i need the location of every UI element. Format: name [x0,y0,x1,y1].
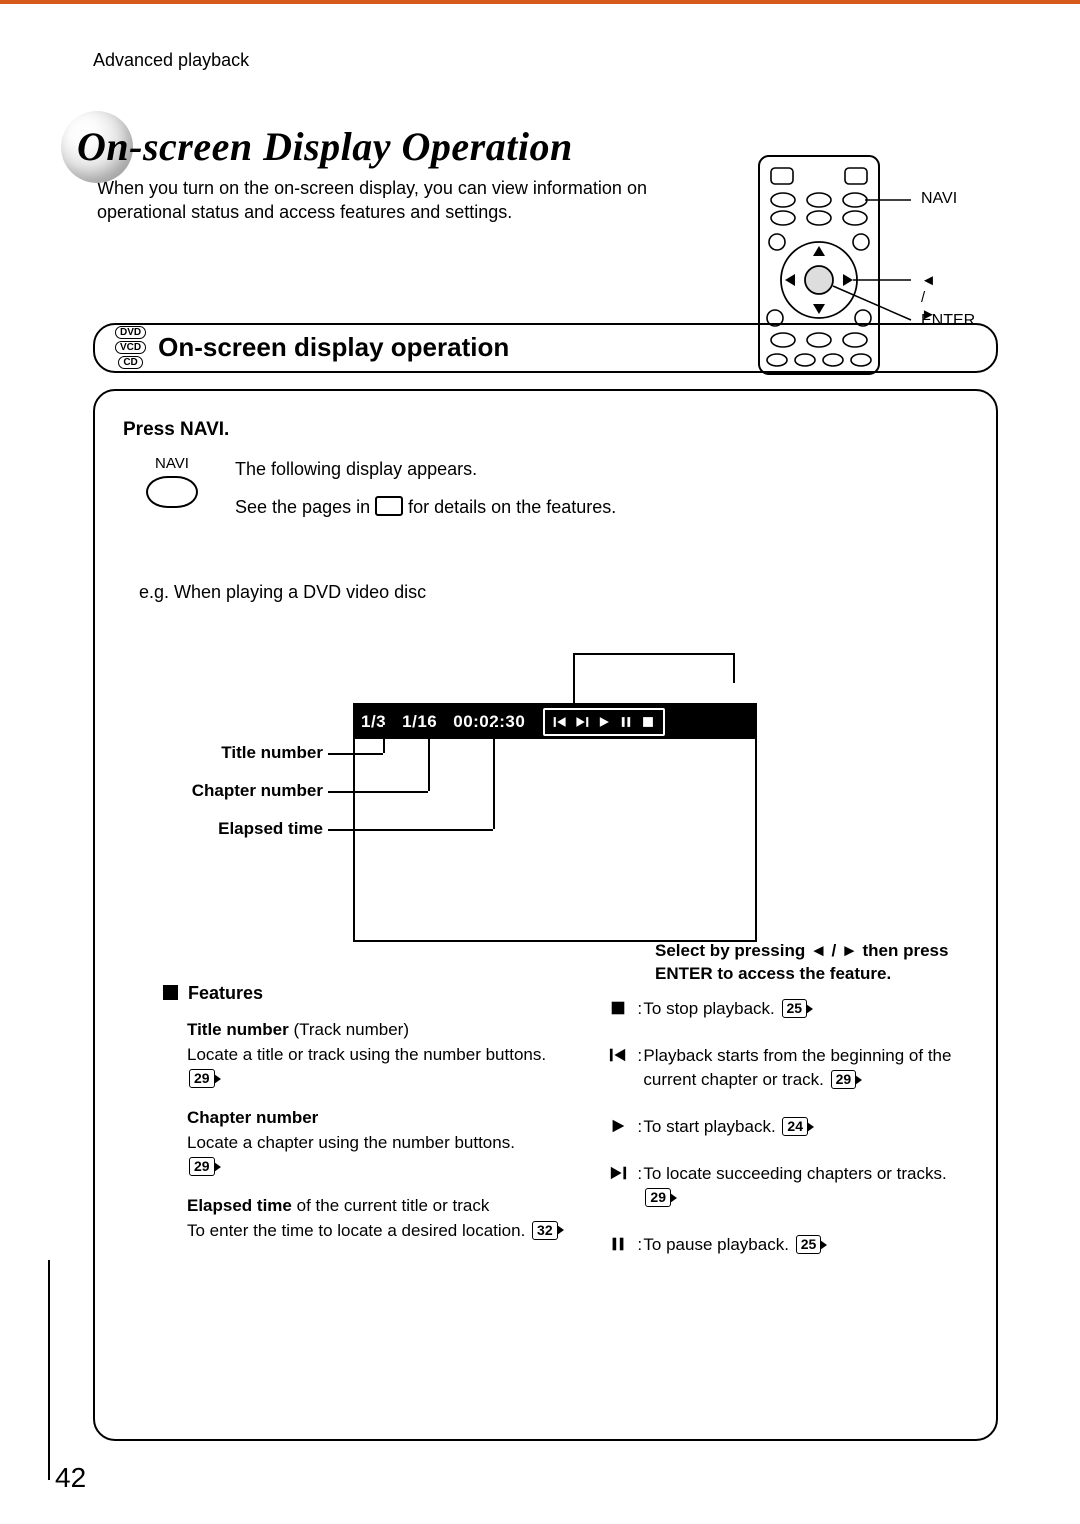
step-line-2: See the pages in for details on the feat… [235,493,616,522]
pill-vcd: VCD [115,341,146,354]
body-panel: Press NAVI. NAVI The following display a… [93,389,998,1441]
page-ref-32: 32 [532,1221,558,1240]
page-ref-29b: 29 [189,1157,215,1176]
feature-stop: : To stop playback. 25 [599,997,968,1022]
page-ref-icon [375,496,403,516]
skip-back-icon [599,1044,637,1064]
skip-forward-icon [599,1162,637,1182]
step-line-2b: for details on the features. [408,497,616,517]
osd-diagram: 1/3 1/16 00:02:30 Title number Chapter n… [233,653,913,953]
remote-label-navi: NAVI [921,190,957,208]
feature-elapsed-time-label: Elapsed time [187,1196,297,1215]
osd-elapsed-time: 00:02:30 [453,712,525,732]
intro-text: When you turn on the on-screen display, … [97,176,727,225]
feature-play: : To start playback. 24 [599,1115,968,1140]
section-title: On-screen display operation [158,332,509,363]
osd-prev-icon [553,715,567,729]
navi-button-label: NAVI [155,455,189,472]
feature-title-number: Title number (Track number) Locate a tit… [187,1018,569,1092]
feature-elapsed-time-tail: of the current title or track [297,1196,490,1215]
page-number: 42 [55,1462,86,1494]
step-line-1: The following display appears. [235,455,616,484]
feature-chapter-number-body: Locate a chapter using the number button… [187,1133,515,1152]
page-ref-29d: 29 [645,1188,671,1207]
square-bullet-icon [163,985,178,1000]
pill-dvd: DVD [115,326,146,339]
step-line-2a: See the pages in [235,497,375,517]
feature-pause: : To pause playback. 25 [599,1233,968,1258]
feature-chapter-number-label: Chapter number [187,1108,318,1127]
feature-pause-text: To pause playback. [643,1235,789,1254]
page-ref-29c: 29 [831,1070,857,1089]
top-accent-bar [0,0,1080,4]
features-section: Features Title number (Track number) Loc… [123,983,968,1279]
tv-screen-rect: 1/3 1/16 00:02:30 [353,703,757,942]
osd-stop-icon [641,715,655,729]
feature-play-text: To start playback. [643,1117,775,1136]
feature-chapter-number: Chapter number Locate a chapter using th… [187,1106,569,1180]
page-number-rule [48,1260,50,1480]
navi-button-graphic: NAVI [139,455,205,508]
osd-next-icon [575,715,589,729]
osd-chapter-number: 1/16 [402,712,437,732]
osd-play-icon [597,715,611,729]
callout-chapter-number: Chapter number [123,781,323,801]
stop-icon [599,997,637,1017]
pause-icon [599,1233,637,1253]
features-left-col: Features Title number (Track number) Loc… [163,983,569,1279]
navi-button-cap-icon [146,476,198,508]
feature-next: : To locate succeeding chapters or track… [599,1162,968,1211]
media-type-pills: DVD VCD CD [115,325,146,370]
callout-elapsed-time: Elapsed time [123,819,323,839]
feature-title-number-tail: (Track number) [293,1020,409,1039]
page-ref-25b: 25 [796,1235,822,1254]
features-heading: Features [163,983,569,1004]
example-caption: e.g. When playing a DVD video disc [139,582,968,603]
feature-next-text: To locate succeeding chapters or tracks. [643,1164,946,1183]
osd-bar: 1/3 1/16 00:02:30 [355,705,755,739]
feature-title-number-label: Title number [187,1020,293,1039]
osd-pause-icon [619,715,633,729]
callout-title-number: Title number [123,743,323,763]
features-right-col: : To stop playback. 25 : Playback starts… [599,983,968,1279]
press-navi-heading: Press NAVI. [123,419,968,441]
feature-elapsed-time-body: To enter the time to locate a desired lo… [187,1221,525,1240]
step-text: The following display appears. See the p… [235,455,616,523]
page-ref-24: 24 [782,1117,808,1136]
features-heading-text: Features [188,983,263,1003]
feature-elapsed-time: Elapsed time of the current title or tra… [187,1194,569,1243]
instr-line-2: ENTER to access the feature. [655,964,891,983]
page-ref-29a: 29 [189,1069,215,1088]
page-content: Advanced playback On-screen Display Oper… [93,50,998,1441]
step-row: NAVI The following display appears. See … [139,455,968,523]
feature-prev: : Playback starts from the beginning of … [599,1044,968,1093]
section-heading-bar: DVD VCD CD On-screen display operation [93,323,998,373]
feature-title-number-body: Locate a title or track using the number… [187,1045,546,1064]
osd-control-frame [543,708,665,736]
feature-prev-text: Playback starts from the beginning of th… [643,1046,951,1090]
page-ref-25a: 25 [782,999,808,1018]
feature-stop-text: To stop playback. [643,999,774,1018]
breadcrumb: Advanced playback [93,50,998,71]
pill-cd: CD [118,356,142,369]
play-icon [599,1115,637,1135]
